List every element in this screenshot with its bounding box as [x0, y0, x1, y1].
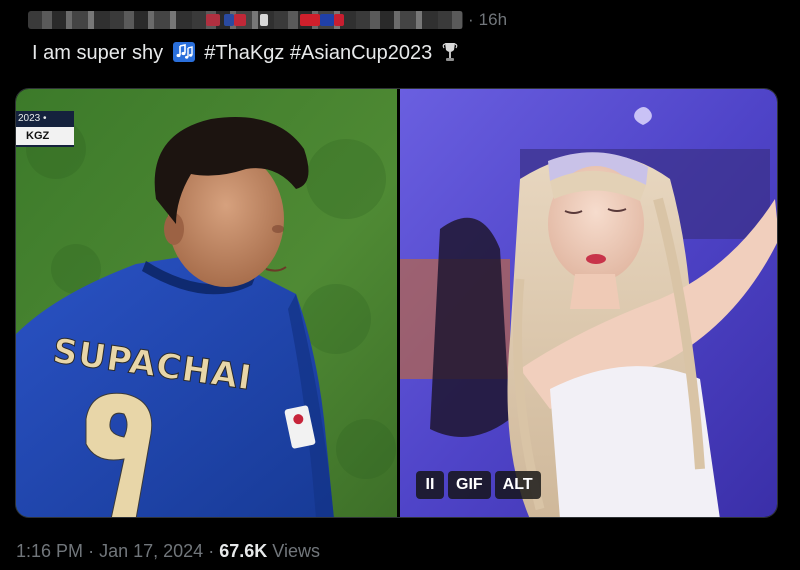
footer-separator: · [208, 541, 215, 561]
gif-label: GIF [456, 476, 483, 493]
media-container[interactable]: SUPACHAI 9 2023 • KGZ [15, 88, 778, 518]
dancer-gif[interactable]: II GIF ALT [400, 89, 777, 517]
post-time[interactable]: 1:16 PM [16, 541, 83, 561]
tweet-footer: 1:16 PM · Jan 17, 2024 · 67.6K Views [16, 541, 320, 562]
scorebug-team: KGZ [16, 127, 74, 145]
relative-time[interactable]: 16h [479, 10, 507, 30]
musical-notes-icon [172, 42, 195, 69]
alt-label: ALT [502, 476, 533, 493]
tweet-header: · 16h [28, 8, 507, 32]
gif-badge: GIF [448, 471, 491, 499]
tweet-text-plain: I am super shy [32, 42, 164, 64]
hashtag-thakgz[interactable]: #ThaKgz [204, 42, 284, 64]
post-date[interactable]: Jan 17, 2024 [99, 541, 203, 561]
views-count: 67.6K [219, 541, 268, 561]
pause-button[interactable]: II [416, 471, 444, 499]
gif-controls: II GIF ALT [416, 471, 541, 499]
hashtag-asiancup2023[interactable]: #AsianCup2023 [290, 42, 432, 64]
jersey-number: 9 [59, 369, 181, 517]
alt-text-button[interactable]: ALT [494, 471, 541, 499]
scorebug-year: 2023 • [18, 113, 47, 124]
blurred-username[interactable] [28, 11, 463, 29]
views-label: Views [272, 541, 320, 561]
trophy-icon [442, 41, 458, 70]
scoreboard-overlay: 2023 • KGZ [16, 111, 74, 147]
tweet-text: I am super shy #ThaKgz #AsianCup2023 [32, 40, 458, 70]
player-photo[interactable]: SUPACHAI 9 2023 • KGZ [16, 89, 397, 517]
pause-icon: II [425, 476, 435, 493]
header-separator: · [468, 10, 474, 29]
footer-separator: · [88, 541, 95, 561]
tweet[interactable]: · 16h I am super shy #ThaKgz #AsianCup20… [0, 0, 800, 570]
